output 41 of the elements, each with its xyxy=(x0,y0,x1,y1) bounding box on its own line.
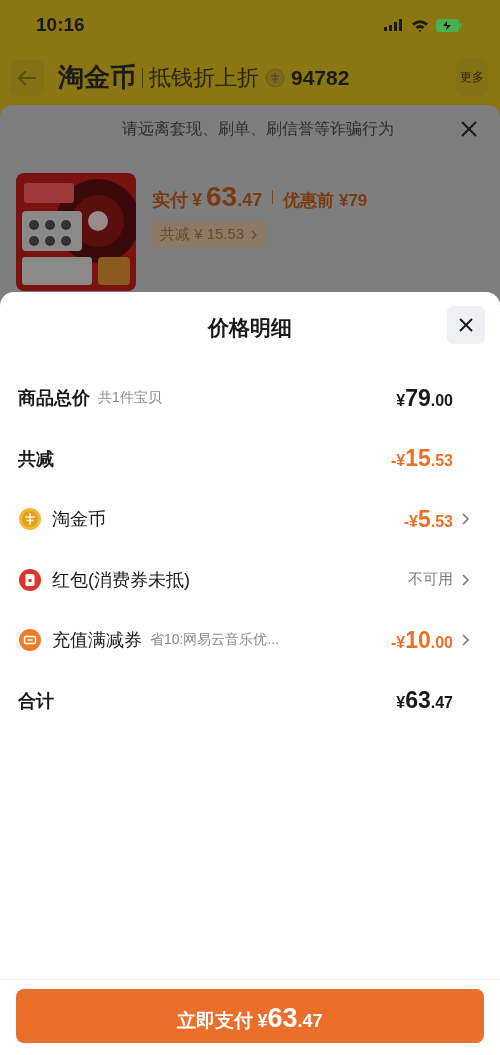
chevron-icon xyxy=(250,228,259,241)
coin-icon xyxy=(18,507,42,532)
discount-chip[interactable]: 共减 ¥ 15.53 xyxy=(152,221,267,248)
coin-balance: 94782 xyxy=(291,65,350,90)
coin-icon xyxy=(265,67,285,88)
row-amount: -¥5.53 xyxy=(403,505,453,533)
arrow-icon xyxy=(16,68,38,87)
paid-price: ¥63.47 xyxy=(192,181,263,213)
row-label: 共减 xyxy=(18,447,54,471)
original-price: 优惠前 ¥79 xyxy=(283,190,368,212)
chevron-icon[interactable] xyxy=(461,512,470,527)
row-note: 省10:网易云音乐优... xyxy=(150,631,280,650)
warning-notice: 请远离套现、刷单、刷信誉等诈骗行为 xyxy=(121,118,395,139)
close-icon[interactable] xyxy=(460,120,478,138)
row-label: 商品总价 xyxy=(18,387,90,411)
row-label: 淘金币 xyxy=(52,508,106,532)
envelope-icon xyxy=(18,567,42,592)
row-amount: -¥10.00 xyxy=(390,626,453,654)
row-amount: -¥15.53 xyxy=(390,445,453,473)
row-label: 合计 xyxy=(18,689,54,713)
battery-icon xyxy=(436,18,462,32)
header-subtitle: 抵钱折上折 xyxy=(149,63,259,92)
signal-icon xyxy=(384,19,404,31)
row-label: 红包(消费券未抵) xyxy=(52,568,190,592)
wifi-icon xyxy=(411,18,429,32)
ticket-icon xyxy=(18,628,42,653)
close-button[interactable] xyxy=(447,306,485,344)
row-note: 共1件宝贝 xyxy=(98,389,162,408)
close-icon xyxy=(458,317,474,333)
sheet-title: 价格明细 xyxy=(208,315,292,341)
row-label: 充值满减券 xyxy=(52,629,142,653)
pay-button[interactable]: 立即支付 ¥63.47 xyxy=(16,989,484,1043)
row-amount: ¥79.00 xyxy=(396,384,453,412)
brand-title: 淘金币 xyxy=(58,61,136,94)
row-amount: ¥63.47 xyxy=(396,687,453,715)
paid-label: 实付 xyxy=(152,189,188,212)
status-time: 10:16 xyxy=(36,14,85,36)
more-button[interactable]: 更多 xyxy=(456,59,488,96)
chevron-icon[interactable] xyxy=(461,633,470,648)
row-value: 不可用 xyxy=(408,570,453,590)
chevron-icon[interactable] xyxy=(461,572,470,587)
